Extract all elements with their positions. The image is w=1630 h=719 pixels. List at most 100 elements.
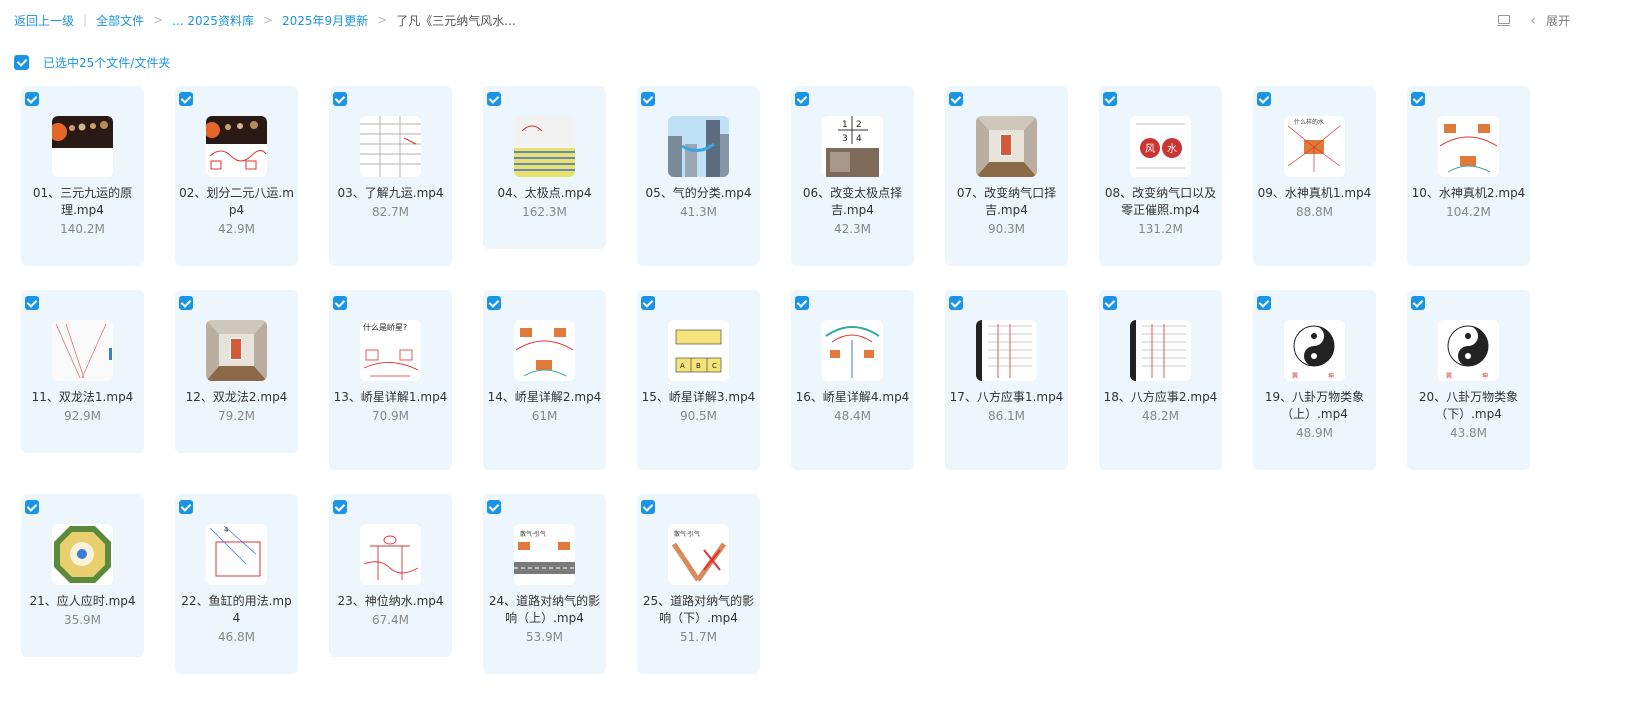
breadcrumb-month[interactable]: 2025年9月更新 (282, 12, 368, 29)
file-card[interactable]: 散气·引气 25、道路对纳气的影响（下）.mp4 51.7M (637, 494, 760, 674)
file-card[interactable]: 14、峤星详解2.mp4 61M (483, 290, 606, 470)
file-card[interactable]: 巽坤 19、八卦万物类象（上）.mp4 48.9M (1253, 290, 1376, 470)
file-checkbox[interactable] (949, 296, 963, 310)
file-card[interactable]: 12、双龙法2.mp4 79.2M (175, 290, 298, 453)
file-card[interactable]: A B C 15、峤星详解3.mp4 90.5M (637, 290, 760, 470)
file-checkbox[interactable] (179, 500, 193, 514)
file-card[interactable]: 18、八方应事2.mp4 48.2M (1099, 290, 1222, 470)
file-size: 88.8M (1295, 205, 1334, 219)
file-checkbox[interactable] (1103, 92, 1117, 106)
file-size: 82.7M (371, 205, 410, 219)
svg-text:风: 风 (1145, 143, 1155, 155)
file-checkbox[interactable] (487, 92, 501, 106)
file-size: 90.5M (679, 409, 718, 423)
file-name-text: 02、划分二元八运.mp4 (179, 186, 294, 217)
svg-text:3: 3 (842, 134, 848, 144)
breadcrumb-separator: > (377, 13, 388, 27)
file-card[interactable]: 巽坤 20、八卦万物类象（下）.mp4 43.8M (1407, 290, 1530, 470)
back-link[interactable]: 返回上一级 (14, 12, 74, 29)
svg-text:2: 2 (856, 120, 862, 130)
file-checkbox[interactable] (487, 296, 501, 310)
file-name-text: 10、水神真机2.mp4 (1411, 186, 1526, 200)
file-name: 22、鱼缸的用法.mp4 46.8M (179, 593, 294, 646)
file-card[interactable]: 03、了解九运.mp4 82.7M (329, 86, 452, 266)
file-name-text: 15、峤星详解3.mp4 (641, 390, 756, 404)
file-card[interactable]: 散气·引气 24、道路对纳气的影响（上）.mp4 53.9M (483, 494, 606, 674)
file-card[interactable]: 什么样的水 09、水神真机1.mp4 88.8M (1253, 86, 1376, 266)
file-card[interactable]: 什么是峤星? 13、峤星详解1.mp4 70.9M (329, 290, 452, 470)
breadcrumb-current: 了凡《三元纳气风水... (396, 13, 516, 28)
breadcrumb-separator: > (262, 13, 274, 27)
chevron-left-icon[interactable]: ‹ (1530, 13, 1536, 29)
svg-text:1: 1 (842, 120, 848, 130)
svg-text:巽: 巽 (1292, 373, 1298, 380)
file-card[interactable]: 05、气的分类.mp4 41.3M (637, 86, 760, 266)
file-checkbox[interactable] (487, 500, 501, 514)
breadcrumb-all-files[interactable]: 全部文件 (96, 12, 144, 29)
file-card[interactable]: 02、划分二元八运.mp4 42.9M (175, 86, 298, 266)
road-cross-icon: 散气·引气 (668, 524, 729, 585)
file-name-text: 25、道路对纳气的影响（下）.mp4 (642, 594, 755, 625)
file-card[interactable]: 01、三元九运的原理.mp4 140.2M (21, 86, 144, 266)
file-name: 25、道路对纳气的影响（下）.mp4 51.7M (641, 593, 756, 646)
file-name-text: 13、峤星详解1.mp4 (333, 390, 448, 404)
file-checkbox[interactable] (25, 296, 39, 310)
yinyang-icon: 巽坤 (1284, 320, 1345, 381)
file-name-text: 03、了解九运.mp4 (337, 186, 444, 200)
planets-chart-icon (206, 116, 267, 177)
file-card[interactable]: 04、太极点.mp4 162.3M (483, 86, 606, 249)
file-card[interactable]: 16、峤星详解4.mp4 48.4M (791, 290, 914, 470)
file-checkbox[interactable] (795, 92, 809, 106)
table-icon (360, 116, 421, 177)
file-checkbox[interactable] (1257, 296, 1271, 310)
file-size: 41.3M (679, 205, 718, 219)
file-card[interactable]: 4 22、鱼缸的用法.mp4 46.8M (175, 494, 298, 674)
file-checkbox[interactable] (641, 92, 655, 106)
file-checkbox[interactable] (1103, 296, 1117, 310)
file-checkbox[interactable] (179, 92, 193, 106)
file-name: 04、太极点.mp4 162.3M (487, 185, 602, 221)
file-checkbox[interactable] (641, 296, 655, 310)
file-checkbox[interactable] (179, 296, 193, 310)
file-card[interactable]: 17、八方应事1.mp4 86.1M (945, 290, 1068, 470)
text-doc-icon (976, 320, 1037, 381)
file-size: 43.8M (1449, 426, 1488, 440)
file-card[interactable]: 11、双龙法1.mp4 92.9M (21, 290, 144, 453)
file-checkbox[interactable] (1411, 296, 1425, 310)
sketch-orange-icon (514, 320, 575, 381)
file-card[interactable]: 10、水神真机2.mp4 104.2M (1407, 86, 1530, 266)
file-checkbox[interactable] (1411, 92, 1425, 106)
file-checkbox[interactable] (949, 92, 963, 106)
file-card[interactable]: 风水 08、改变纳气口以及零正催照.mp4 131.2M (1099, 86, 1222, 266)
scribble-icon (360, 524, 421, 585)
file-card[interactable]: 1 2 3 4 06、改变太极点择吉.mp4 42.3M (791, 86, 914, 266)
file-name: 01、三元九运的原理.mp4 140.2M (25, 185, 140, 238)
file-card[interactable]: 23、神位纳水.mp4 67.4M (329, 494, 452, 657)
file-size: 70.9M (371, 409, 410, 423)
handwriting-icon: 什么是峤星? (360, 320, 421, 381)
file-name: 16、峤星详解4.mp4 48.4M (795, 389, 910, 425)
file-checkbox[interactable] (333, 296, 347, 310)
svg-text:A: A (680, 362, 685, 370)
file-card[interactable]: 21、应人应时.mp4 35.9M (21, 494, 144, 657)
divider: | (83, 13, 88, 27)
breadcrumb-library[interactable]: ... 2025资料库 (172, 12, 254, 29)
select-all-checkbox[interactable] (14, 55, 29, 70)
expand-button[interactable]: 展开 (1546, 12, 1570, 29)
file-name-text: 19、八卦万物类象（上）.mp4 (1264, 390, 1365, 421)
file-checkbox[interactable] (333, 92, 347, 106)
yinyang-icon: 巽坤 (1438, 320, 1499, 381)
file-name-text: 16、峤星详解4.mp4 (795, 390, 910, 404)
file-checkbox[interactable] (641, 500, 655, 514)
sketch-orange-icon (1438, 116, 1499, 177)
file-checkbox[interactable] (25, 500, 39, 514)
file-checkbox[interactable] (333, 500, 347, 514)
abc-icon: A B C (668, 320, 729, 381)
file-checkbox[interactable] (1257, 92, 1271, 106)
file-card[interactable]: 07、改变纳气口择吉.mp4 90.3M (945, 86, 1068, 266)
bagua-icon (52, 524, 113, 585)
file-checkbox[interactable] (795, 296, 809, 310)
file-checkbox[interactable] (25, 92, 39, 106)
selection-count: 已选中25个文件/文件夹 (43, 56, 171, 70)
document-icon[interactable] (1497, 15, 1511, 26)
